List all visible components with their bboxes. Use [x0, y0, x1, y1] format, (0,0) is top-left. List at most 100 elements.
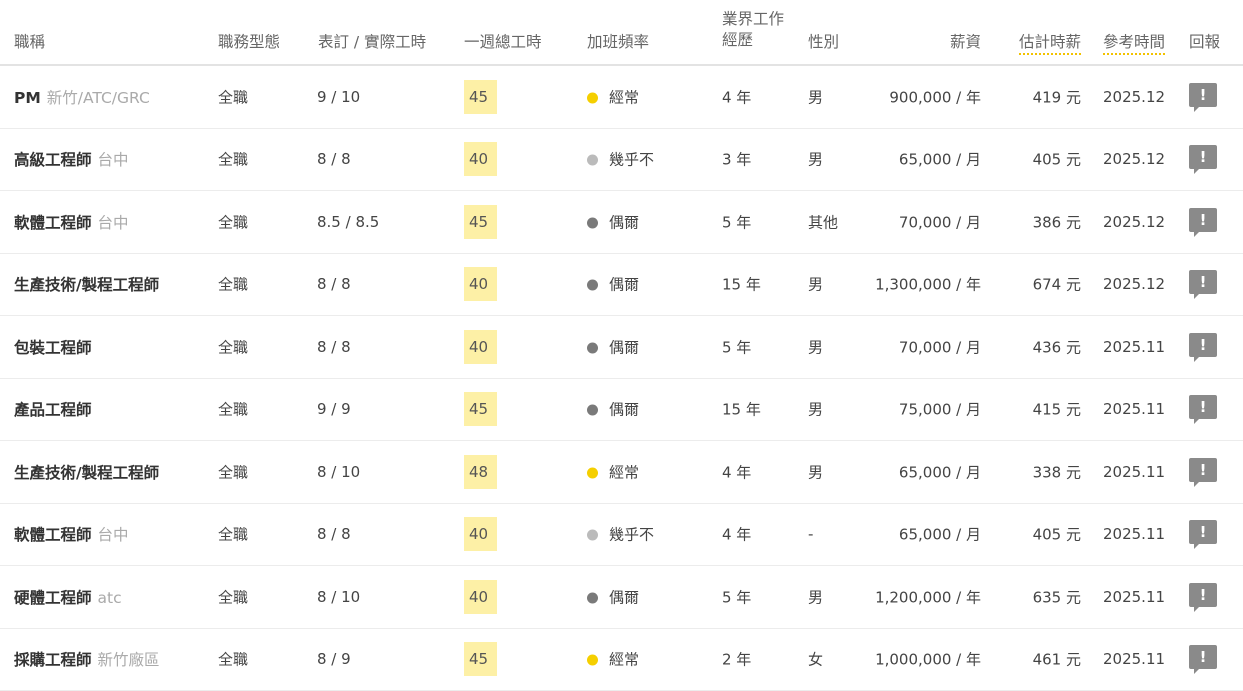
overtime-frequency: 經常 — [587, 86, 639, 107]
table-row: 硬體工程師atc 全職 8 / 10 40 偶爾 5 年 男 1,200,000… — [0, 566, 1243, 629]
job-title[interactable]: 高級工程師 — [14, 151, 92, 169]
weekly-hours-badge: 40 — [464, 330, 497, 364]
schedule-hours: 8 / 8 — [317, 150, 351, 168]
header-reference-time[interactable]: 參考時間 — [1103, 30, 1165, 55]
salary: 70,000 / 月 — [899, 336, 981, 357]
report-button[interactable]: ! — [1189, 395, 1217, 426]
weekly-hours-badge: 40 — [464, 580, 497, 614]
report-button[interactable]: ! — [1189, 645, 1217, 676]
job-title[interactable]: 採購工程師 — [14, 651, 92, 669]
hourly-wage: 405 元 — [1033, 149, 1081, 170]
overtime-frequency: 偶爾 — [587, 211, 639, 232]
header-report: 回報 — [1189, 30, 1220, 52]
salary: 75,000 / 月 — [899, 399, 981, 420]
schedule-hours: 8.5 / 8.5 — [317, 213, 379, 231]
exclamation-flag-icon: ! — [1189, 395, 1217, 419]
report-button[interactable]: ! — [1189, 83, 1217, 114]
experience: 3 年 — [722, 149, 751, 170]
header-hourly-wage[interactable]: 估計時薪 — [1019, 30, 1081, 55]
table-body: PM新竹/ATC/GRC 全職 9 / 10 45 經常 4 年 男 900,0… — [0, 66, 1243, 691]
job-title[interactable]: 軟體工程師 — [14, 526, 92, 544]
reference-time: 2025.11 — [1103, 400, 1165, 418]
job-title[interactable]: 軟體工程師 — [14, 214, 92, 232]
report-button[interactable]: ! — [1189, 208, 1217, 239]
job-location: atc — [98, 589, 122, 607]
exclamation-flag-icon: ! — [1189, 83, 1217, 107]
job-type: 全職 — [218, 336, 248, 357]
report-button[interactable]: ! — [1189, 333, 1217, 364]
gender: 女 — [808, 649, 823, 670]
overtime-frequency: 偶爾 — [587, 586, 639, 607]
salary: 65,000 / 月 — [899, 461, 981, 482]
gender: 男 — [808, 586, 823, 607]
hourly-wage: 436 元 — [1033, 336, 1081, 357]
report-button[interactable]: ! — [1189, 583, 1217, 614]
gender: 男 — [808, 336, 823, 357]
experience: 5 年 — [722, 211, 751, 232]
schedule-hours: 9 / 9 — [317, 400, 351, 418]
reference-time: 2025.11 — [1103, 338, 1165, 356]
job-type: 全職 — [218, 86, 248, 107]
schedule-hours: 8 / 8 — [317, 275, 351, 293]
job-title-cell: 採購工程師新竹廠區 — [14, 648, 160, 670]
flag-tail-icon — [1194, 607, 1199, 612]
job-title[interactable]: 包裝工程師 — [14, 339, 92, 357]
job-title[interactable]: PM — [14, 89, 41, 107]
header-weekly-hours: 一週總工時 — [464, 30, 542, 52]
experience: 2 年 — [722, 649, 751, 670]
reference-time: 2025.12 — [1103, 213, 1165, 231]
overtime-dot-icon — [587, 530, 598, 541]
job-title-cell: 生產技術/製程工程師 — [14, 273, 165, 295]
gender: 男 — [808, 461, 823, 482]
salary: 1,000,000 / 年 — [875, 649, 981, 670]
table-header: 職稱 職務型態 表訂 / 實際工時 一週總工時 加班頻率 業界工作 經歷 性別 … — [0, 0, 1243, 66]
experience: 4 年 — [722, 86, 751, 107]
weekly-hours-badge: 45 — [464, 80, 497, 114]
report-button[interactable]: ! — [1189, 520, 1217, 551]
job-type: 全職 — [218, 399, 248, 420]
salary: 1,300,000 / 年 — [875, 274, 981, 295]
overtime-label: 經常 — [609, 88, 639, 106]
hourly-wage: 415 元 — [1033, 399, 1081, 420]
salary: 70,000 / 月 — [899, 211, 981, 232]
experience: 4 年 — [722, 461, 751, 482]
schedule-hours: 8 / 10 — [317, 463, 360, 481]
header-experience-line2: 經歷 — [722, 31, 753, 49]
flag-tail-icon — [1194, 169, 1199, 174]
header-schedule: 表訂 / 實際工時 — [318, 30, 426, 52]
overtime-frequency: 經常 — [587, 461, 639, 482]
job-title[interactable]: 硬體工程師 — [14, 589, 92, 607]
hourly-wage: 419 元 — [1033, 86, 1081, 107]
schedule-hours: 8 / 9 — [317, 650, 351, 668]
hourly-wage: 461 元 — [1033, 649, 1081, 670]
gender: - — [808, 525, 813, 543]
job-title[interactable]: 產品工程師 — [14, 401, 92, 419]
weekly-hours-badge: 45 — [464, 642, 497, 676]
report-button[interactable]: ! — [1189, 458, 1217, 489]
job-title-cell: 硬體工程師 atc — [14, 586, 122, 608]
job-title[interactable]: 生產技術/製程工程師 — [14, 464, 159, 482]
overtime-label: 偶爾 — [609, 213, 639, 231]
table-row: 採購工程師新竹廠區 全職 8 / 9 45 經常 2 年 女 1,000,000… — [0, 629, 1243, 691]
schedule-hours: 8 / 8 — [317, 525, 351, 543]
flag-tail-icon — [1194, 544, 1199, 549]
weekly-hours-badge: 40 — [464, 142, 497, 176]
report-button[interactable]: ! — [1189, 270, 1217, 301]
job-type: 全職 — [218, 461, 248, 482]
report-button[interactable]: ! — [1189, 145, 1217, 176]
gender: 男 — [808, 86, 823, 107]
job-type: 全職 — [218, 274, 248, 295]
overtime-dot-icon — [587, 592, 598, 603]
weekly-hours-badge: 40 — [464, 267, 497, 301]
experience: 5 年 — [722, 586, 751, 607]
table-row: 生產技術/製程工程師 全職 8 / 8 40 偶爾 15 年 男 1,300,0… — [0, 254, 1243, 317]
job-title[interactable]: 生產技術/製程工程師 — [14, 276, 159, 294]
flag-tail-icon — [1194, 294, 1199, 299]
job-location: 台中 — [98, 151, 129, 169]
overtime-frequency: 偶爾 — [587, 399, 639, 420]
exclamation-flag-icon: ! — [1189, 458, 1217, 482]
job-location: 新竹廠區 — [98, 651, 160, 669]
salary: 65,000 / 月 — [899, 149, 981, 170]
overtime-frequency: 偶爾 — [587, 336, 639, 357]
header-job-type: 職務型態 — [218, 30, 280, 52]
